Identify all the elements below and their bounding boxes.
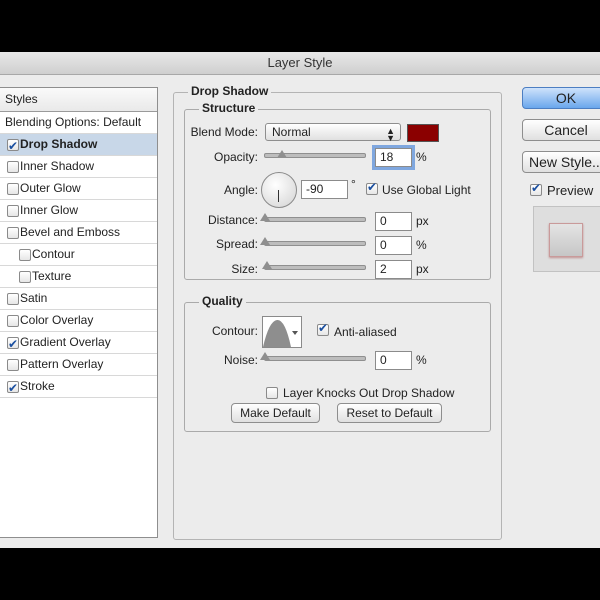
reset-to-default-button[interactable]: Reset to Default: [337, 403, 442, 423]
style-item-label: Blending Options: Default: [5, 115, 142, 129]
style-item[interactable]: Pattern Overlay: [0, 354, 157, 376]
style-item-checkbox[interactable]: [19, 271, 31, 283]
preview-checkbox[interactable]: [530, 181, 542, 196]
distance-unit: px: [416, 214, 429, 228]
structure-title: Structure: [199, 101, 259, 115]
angle-label: Angle:: [223, 183, 258, 197]
style-item[interactable]: Contour: [0, 244, 157, 266]
spread-slider[interactable]: [264, 241, 366, 246]
angle-dial-needle: [278, 190, 279, 202]
opacity-slider-thumb[interactable]: [277, 150, 287, 158]
use-global-light-label: Use Global Light: [382, 183, 471, 197]
style-item-label: Inner Glow: [20, 203, 79, 217]
styles-header-label: Styles: [5, 92, 38, 106]
style-item-checkbox[interactable]: [7, 315, 19, 327]
new-style-button[interactable]: New Style...: [522, 151, 600, 173]
make-default-button[interactable]: Make Default: [231, 403, 320, 423]
quality-title: Quality: [199, 294, 246, 308]
noise-slider-thumb[interactable]: [260, 352, 270, 360]
styles-header[interactable]: Styles: [0, 88, 157, 112]
cancel-button[interactable]: Cancel: [522, 119, 600, 141]
layer-style-dialog: Layer Style Styles Blending Options: Def…: [0, 52, 600, 548]
opacity-label: Opacity:: [213, 150, 258, 164]
style-item-label: Color Overlay: [20, 313, 94, 327]
style-item-checkbox[interactable]: [7, 183, 19, 195]
use-global-light-checkbox[interactable]: [366, 180, 378, 195]
drop-shadow-title: Drop Shadow: [188, 84, 272, 98]
spread-label: Spread:: [215, 237, 258, 251]
style-item-label: Contour: [32, 247, 75, 261]
opacity-unit: %: [416, 150, 427, 164]
window-title: Layer Style: [0, 52, 600, 75]
style-item-checkbox[interactable]: [7, 136, 19, 157]
preview-label: Preview: [547, 183, 594, 198]
spread-input[interactable]: 0: [375, 236, 412, 255]
blend-mode-label: Blend Mode:: [190, 125, 258, 139]
style-item-checkbox[interactable]: [7, 359, 19, 371]
opacity-input[interactable]: 18: [375, 148, 412, 167]
style-item-label: Drop Shadow: [20, 137, 98, 151]
style-item-checkbox[interactable]: [7, 293, 19, 305]
spread-unit: %: [416, 238, 427, 252]
noise-unit: %: [416, 353, 427, 367]
style-item-checkbox[interactable]: [7, 161, 19, 173]
style-item[interactable]: Satin: [0, 288, 157, 310]
spread-slider-thumb[interactable]: [260, 237, 270, 245]
style-item-checkbox[interactable]: [7, 205, 19, 217]
style-item-label: Satin: [20, 291, 48, 305]
knockout-checkbox[interactable]: [266, 387, 278, 399]
noise-input[interactable]: 0: [375, 351, 412, 370]
style-item[interactable]: Bevel and Emboss: [0, 222, 157, 244]
ok-button[interactable]: OK: [522, 87, 600, 109]
angle-unit: °: [351, 177, 356, 191]
distance-slider-thumb[interactable]: [260, 213, 270, 221]
distance-slider[interactable]: [264, 217, 366, 222]
size-slider[interactable]: [264, 265, 366, 270]
size-input[interactable]: 2: [375, 260, 412, 279]
preview-area: [533, 206, 600, 272]
size-slider-thumb[interactable]: [262, 261, 272, 269]
shadow-color-swatch[interactable]: [407, 124, 439, 142]
preview-swatch: [549, 223, 583, 257]
anti-aliased-checkbox[interactable]: [317, 321, 329, 336]
style-item-checkbox[interactable]: [19, 249, 31, 261]
angle-input[interactable]: -90: [301, 180, 348, 199]
style-item[interactable]: Blending Options: Default: [0, 112, 157, 134]
distance-input[interactable]: 0: [375, 212, 412, 231]
blend-mode-value: Normal: [272, 125, 311, 139]
style-item-label: Inner Shadow: [20, 159, 95, 173]
size-label: Size:: [231, 262, 258, 276]
style-item-label: Stroke: [20, 379, 55, 393]
style-item-checkbox[interactable]: [7, 378, 19, 399]
angle-dial[interactable]: [261, 172, 297, 208]
style-item[interactable]: Drop Shadow: [0, 134, 157, 157]
style-item-checkbox[interactable]: [7, 227, 19, 239]
style-item[interactable]: Inner Glow: [0, 200, 157, 222]
select-arrows-down-icon: ▼: [386, 133, 395, 143]
style-item-checkbox[interactable]: [7, 334, 19, 355]
noise-slider[interactable]: [264, 356, 366, 361]
style-item[interactable]: Inner Shadow: [0, 156, 157, 178]
anti-aliased-label: Anti-aliased: [334, 325, 397, 339]
style-item[interactable]: Outer Glow: [0, 178, 157, 200]
noise-label: Noise:: [223, 353, 258, 367]
style-item[interactable]: Texture: [0, 266, 157, 288]
styles-list: Styles Blending Options: Default Drop Sha…: [0, 87, 158, 538]
style-item-label: Gradient Overlay: [20, 335, 111, 349]
knockout-label: Layer Knocks Out Drop Shadow: [283, 386, 455, 400]
style-item[interactable]: Gradient Overlay: [0, 332, 157, 355]
style-item-label: Outer Glow: [20, 181, 81, 195]
style-item[interactable]: Stroke: [0, 376, 157, 399]
style-item-label: Texture: [32, 269, 72, 283]
style-item-label: Bevel and Emboss: [20, 225, 121, 239]
distance-label: Distance:: [207, 213, 258, 227]
contour-label: Contour:: [211, 324, 258, 338]
style-item[interactable]: Color Overlay: [0, 310, 157, 332]
contour-picker[interactable]: [262, 316, 302, 348]
style-item-label: Pattern Overlay: [20, 357, 104, 371]
size-unit: px: [416, 262, 429, 276]
contour-curve-icon: [263, 319, 298, 347]
blend-mode-select[interactable]: Normal ▲ ▼: [265, 123, 401, 143]
